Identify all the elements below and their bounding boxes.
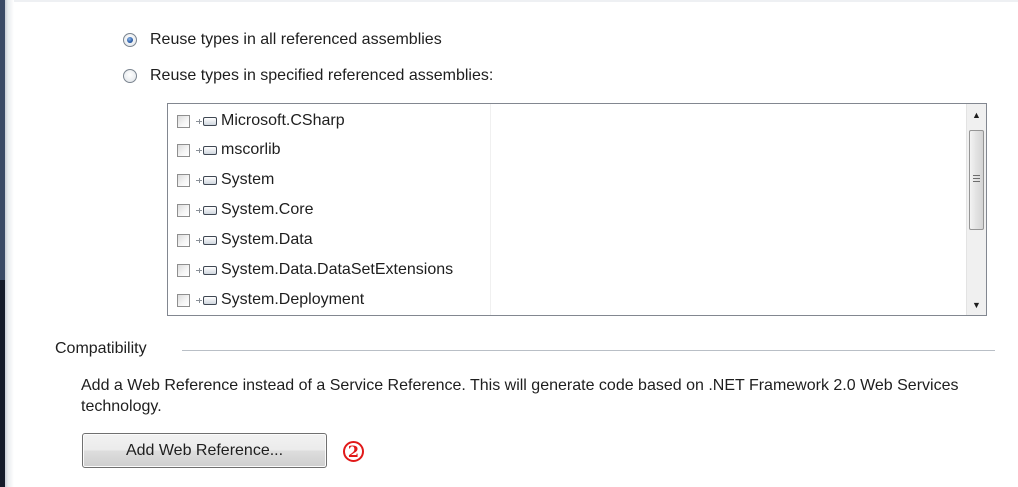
list-item-assembly[interactable]: System (177, 168, 274, 192)
scroll-grip-icon (973, 175, 980, 176)
scroll-grip-icon (973, 178, 980, 179)
scroll-up-arrow-icon[interactable]: ▲ (967, 106, 986, 123)
assembly-name: mscorlib (221, 141, 281, 158)
assembly-checkbox[interactable] (177, 114, 190, 128)
scroll-grip-icon (973, 181, 980, 182)
window-left-edge (0, 0, 14, 487)
referenced-assemblies-list[interactable]: Microsoft.CSharp mscorlib System System.… (167, 103, 987, 316)
radio-reuse-specified-indicator[interactable] (123, 69, 137, 83)
assembly-checkbox[interactable] (177, 293, 190, 307)
list-item-assembly[interactable]: Microsoft.CSharp (177, 109, 345, 133)
scroll-thumb[interactable] (969, 130, 984, 230)
list-vertical-scrollbar[interactable]: ▲ ▼ (966, 104, 986, 315)
assembly-name: System.Data.DataSetExtensions (221, 261, 454, 278)
assembly-icon (195, 264, 219, 277)
list-item-assembly[interactable]: System.Core (177, 198, 313, 222)
assembly-icon (195, 234, 219, 247)
assembly-name: System.Core (221, 201, 314, 218)
window-edge-shade (0, 280, 5, 487)
list-item-assembly[interactable]: System.Data (177, 228, 313, 252)
scroll-down-arrow-icon[interactable]: ▼ (967, 296, 986, 313)
list-item-assembly[interactable]: System.Deployment (177, 288, 364, 312)
assembly-icon (195, 144, 219, 157)
radio-reuse-specified[interactable]: Reuse types in specified referenced asse… (123, 65, 493, 87)
compatibility-description: Add a Web Reference instead of a Service… (81, 377, 959, 415)
top-divider (14, 0, 1018, 2)
assembly-icon (195, 204, 219, 217)
assemblies-name-column: Microsoft.CSharp mscorlib System System.… (168, 104, 491, 315)
assembly-checkbox[interactable] (177, 143, 190, 157)
assembly-checkbox[interactable] (177, 263, 190, 277)
list-item-assembly[interactable]: System.Data.DataSetExtensions (177, 258, 453, 282)
compatibility-divider (182, 350, 995, 351)
assembly-checkbox[interactable] (177, 233, 190, 247)
assembly-icon (195, 115, 219, 128)
assembly-icon (195, 294, 219, 307)
list-item-assembly[interactable]: mscorlib (177, 138, 281, 162)
assembly-checkbox[interactable] (177, 203, 190, 217)
service-reference-settings-panel: Reuse types in all referenced assemblies… (0, 0, 1018, 487)
radio-reuse-all[interactable]: Reuse types in all referenced assemblies (123, 29, 442, 51)
assembly-name: System (221, 171, 275, 188)
assembly-name: System.Deployment (221, 291, 365, 308)
annotation-marker: 2 (343, 441, 364, 462)
radio-reuse-all-indicator[interactable] (123, 33, 137, 47)
assembly-icon (195, 174, 219, 187)
radio-reuse-all-label[interactable]: Reuse types in all referenced assemblies (150, 31, 442, 49)
assembly-name: System.Data (221, 231, 313, 248)
radio-reuse-specified-label[interactable]: Reuse types in specified referenced asse… (150, 67, 493, 85)
compatibility-title: Compatibility (55, 340, 153, 358)
add-web-reference-button[interactable]: Add Web Reference... (82, 433, 327, 468)
assembly-name: Microsoft.CSharp (221, 112, 345, 129)
assembly-checkbox[interactable] (177, 173, 190, 187)
